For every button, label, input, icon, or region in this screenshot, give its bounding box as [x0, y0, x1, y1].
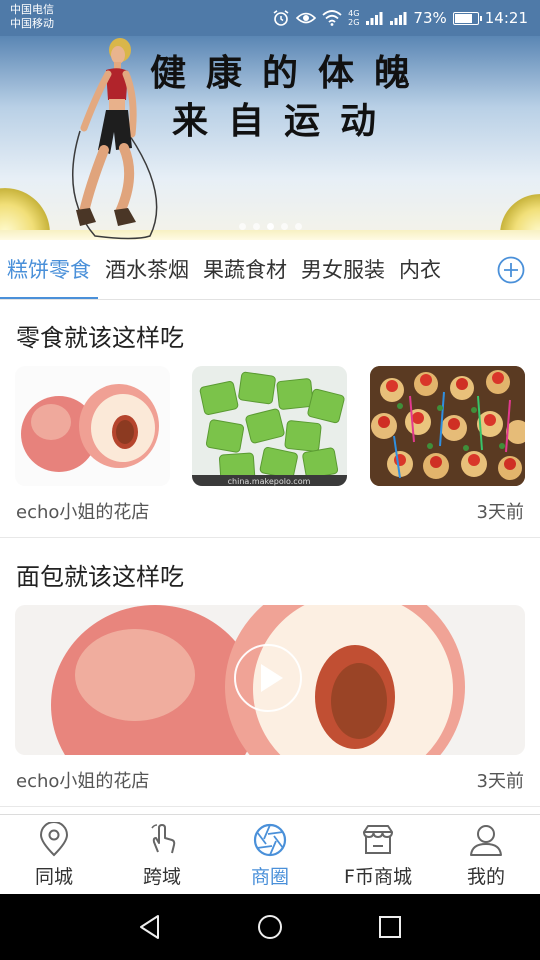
recents-square-icon[interactable]: [376, 913, 404, 941]
signal-icon: [366, 12, 383, 25]
feed-card-1-shop[interactable]: echo小姐的花店: [16, 498, 149, 524]
nav-item-me[interactable]: 我的: [432, 815, 540, 895]
hand-tap-icon: [151, 824, 176, 854]
nav-item-business-circle[interactable]: 商圈: [216, 815, 324, 895]
feed-card-1-image-3[interactable]: [370, 366, 525, 486]
feed-card-2-time: 3天前: [476, 771, 524, 792]
home-circle-icon[interactable]: [256, 913, 284, 941]
watermark-text: china.makepolo.com: [228, 477, 311, 486]
play-button[interactable]: [234, 644, 302, 712]
nav-item-fcoin-mall[interactable]: F币商城: [324, 815, 432, 895]
battery-percent: 73%: [413, 9, 447, 27]
alarm-icon: [273, 10, 289, 26]
carrier-2: 中国移动: [10, 17, 54, 30]
tab-fruit-veg[interactable]: 果蔬食材: [196, 240, 294, 299]
feed-card-1-image-1[interactable]: [15, 366, 170, 486]
back-triangle-icon[interactable]: [136, 913, 164, 941]
promo-banner[interactable]: 健康的体魄 来自运动: [0, 36, 540, 240]
category-tabs: 糕饼零食 酒水茶烟 果蔬食材 男女服装 内衣: [0, 240, 540, 300]
nav-label-fcoin-mall: F币商城: [344, 866, 412, 888]
banner-dot-active[interactable]: [266, 223, 274, 230]
banner-dot[interactable]: [238, 223, 246, 230]
system-nav-bar: [0, 894, 540, 960]
nav-label-me: 我的: [466, 866, 505, 888]
snack-packs-image: china.makepolo.com: [192, 366, 347, 486]
plus-circle-icon: [497, 256, 525, 283]
network-types: 4G 2G: [348, 9, 359, 27]
network-1-label: 4G: [348, 9, 360, 18]
feed-card-1-time: 3天前: [476, 502, 524, 523]
banner-dot[interactable]: [294, 223, 302, 230]
banner-slogan-line-2: 来自运动: [172, 100, 397, 142]
banner-pagination: [0, 223, 540, 230]
peach-image: [21, 384, 159, 472]
store-icon: [363, 825, 393, 854]
carrier-info: 中国电信 中国移动: [10, 3, 54, 31]
user-icon: [470, 825, 502, 856]
canapes-image: [370, 366, 525, 486]
feed-card-1-title[interactable]: 零食就该这样吃: [16, 318, 184, 353]
add-category-button[interactable]: [482, 240, 540, 299]
tab-drinks-tea-tobacco[interactable]: 酒水茶烟: [98, 240, 196, 299]
category-tab-list: 糕饼零食 酒水茶烟 果蔬食材 男女服装 内衣: [0, 240, 448, 299]
feed-divider: [0, 806, 540, 807]
nav-item-cross-region[interactable]: 跨域: [108, 815, 216, 895]
status-icons: 4G 2G 73% 14:21: [272, 0, 528, 36]
bottom-nav: 同城 跨域 商圈 F币商城 我的: [0, 814, 540, 895]
feed-card-1-image-2[interactable]: china.makepolo.com: [192, 366, 347, 486]
banner-dot[interactable]: [252, 223, 260, 230]
wifi-icon: [322, 10, 342, 26]
nav-label-local: 同城: [34, 866, 73, 888]
location-pin-icon: [39, 822, 69, 857]
clock-time: 14:21: [484, 9, 528, 27]
tab-underwear[interactable]: 内衣: [392, 240, 448, 299]
aperture-icon: [253, 823, 287, 857]
carrier-1: 中国电信: [10, 3, 54, 16]
tab-clothing[interactable]: 男女服装: [294, 240, 392, 299]
nav-label-business-circle: 商圈: [250, 866, 289, 888]
banner-slogan-line-1: 健康的体魄: [150, 52, 431, 94]
battery-icon: [452, 11, 482, 25]
tab-cakes-snacks[interactable]: 糕饼零食: [0, 240, 98, 299]
banner-dot[interactable]: [280, 223, 288, 230]
status-bar: 中国电信 中国移动 4G 2G 73% 14:21: [0, 0, 540, 36]
network-2-label: 2G: [348, 18, 360, 27]
feed-card-2-title[interactable]: 面包就该这样吃: [16, 557, 184, 592]
nav-label-cross-region: 跨域: [142, 866, 181, 888]
nav-item-local[interactable]: 同城: [0, 815, 108, 895]
feed-card-2-shop[interactable]: echo小姐的花店: [16, 767, 149, 793]
eye-icon: [296, 12, 317, 24]
feed-divider: [0, 537, 540, 538]
signal-2-icon: [390, 12, 407, 25]
